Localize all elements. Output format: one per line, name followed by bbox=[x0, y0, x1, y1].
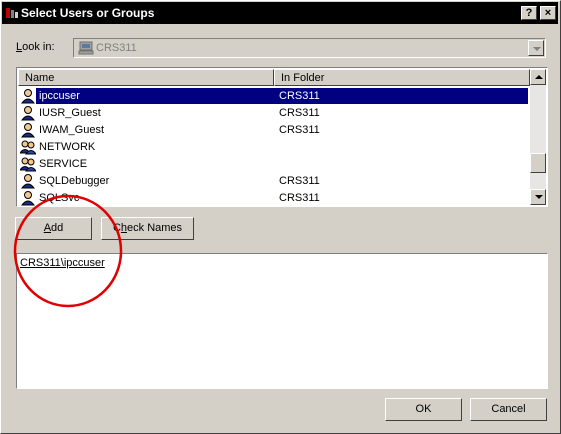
user-icon bbox=[20, 88, 36, 104]
list-item-name: IWAM_Guest bbox=[39, 124, 104, 136]
column-header-name[interactable]: Name bbox=[18, 69, 274, 86]
look-in-combo[interactable]: CRS311 bbox=[73, 38, 546, 58]
list-item[interactable]: SERVICE bbox=[19, 156, 528, 173]
user-icon bbox=[20, 190, 36, 206]
list-item[interactable]: IUSR_Guest CRS311 bbox=[20, 105, 528, 122]
user-icon bbox=[20, 105, 36, 121]
look-in-value: CRS311 bbox=[96, 42, 137, 54]
computer-icon bbox=[78, 41, 94, 55]
list-item[interactable]: IWAM_Guest CRS311 bbox=[20, 122, 528, 139]
scroll-thumb[interactable] bbox=[530, 153, 546, 173]
help-button[interactable]: ? bbox=[521, 6, 537, 20]
list-item-folder: CRS311 bbox=[279, 124, 320, 136]
list-item-name: SERVICE bbox=[39, 158, 88, 170]
scroll-up-button[interactable] bbox=[530, 69, 546, 85]
window-title: Select Users or Groups bbox=[21, 6, 155, 20]
ok-button[interactable]: OK bbox=[385, 398, 462, 421]
list-item[interactable]: SQLDebugger CRS311 bbox=[20, 173, 528, 190]
title-bar[interactable]: Select Users or Groups ? × bbox=[2, 2, 558, 24]
added-name-item[interactable]: CRS311\ipccuser bbox=[20, 257, 105, 269]
list-item-name: SQLSvc bbox=[39, 192, 80, 204]
user-icon bbox=[20, 173, 36, 189]
list-item[interactable]: ipccuser CRS311 bbox=[20, 88, 528, 105]
vertical-scrollbar[interactable] bbox=[530, 69, 546, 205]
added-names-box[interactable]: CRS311\ipccuser bbox=[16, 253, 548, 389]
chevron-down-icon[interactable] bbox=[528, 40, 544, 56]
close-button[interactable]: × bbox=[540, 6, 556, 20]
check-names-button[interactable]: Check Names bbox=[101, 217, 194, 240]
select-users-dialog: Select Users or Groups ? × Look in: CRS3… bbox=[0, 0, 561, 434]
list-item-folder: CRS311 bbox=[279, 90, 320, 102]
column-header-in-folder[interactable]: In Folder bbox=[274, 69, 530, 86]
list-item-folder: CRS311 bbox=[279, 192, 320, 204]
list-item-name: SQLDebugger bbox=[39, 175, 110, 187]
add-button[interactable]: Add bbox=[15, 217, 92, 240]
list-item-name: IUSR_Guest bbox=[39, 107, 101, 119]
list-item-name: ipccuser bbox=[38, 90, 81, 102]
list-item-name: NETWORK bbox=[39, 141, 96, 153]
user-icon bbox=[20, 122, 36, 138]
look-in-label: Look in: bbox=[16, 41, 55, 53]
system-menu-icon[interactable] bbox=[4, 5, 20, 21]
scroll-down-button[interactable] bbox=[530, 189, 546, 205]
group-icon bbox=[19, 156, 37, 172]
names-list[interactable]: Name In Folder ipccuser CRS311 IUSR_Guest C… bbox=[16, 67, 548, 207]
list-item-folder: CRS311 bbox=[279, 175, 320, 187]
list-item[interactable]: SQLSvc CRS311 bbox=[20, 190, 528, 206]
cancel-button[interactable]: Cancel bbox=[470, 398, 547, 421]
group-icon bbox=[19, 139, 37, 155]
list-item[interactable]: NETWORK bbox=[19, 139, 528, 156]
list-item-folder: CRS311 bbox=[279, 107, 320, 119]
